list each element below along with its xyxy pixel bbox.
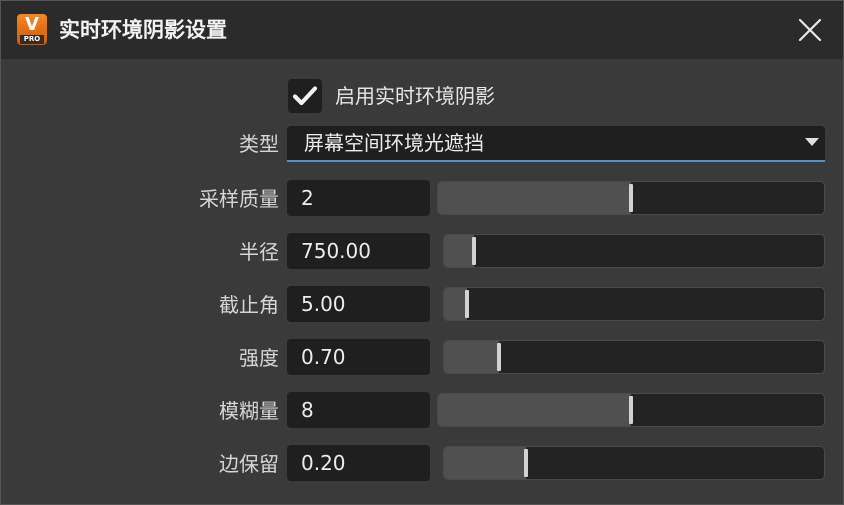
blur-amount-label: 模糊量 — [219, 399, 279, 423]
title-bar: V PRO 实时环境阴影设置 — [1, 1, 843, 59]
slider-fill — [438, 182, 631, 214]
slider-fill — [444, 447, 526, 479]
type-label: 类型 — [239, 132, 279, 156]
enable-ao-checkbox[interactable] — [288, 79, 322, 113]
sample-quality-slider[interactable] — [437, 181, 825, 215]
type-select[interactable]: 屏幕空间环境光遮挡 — [287, 126, 825, 162]
blur-amount-input[interactable]: 8 — [287, 392, 430, 428]
slider-handle[interactable] — [472, 237, 477, 265]
window-title: 实时环境阴影设置 — [59, 18, 227, 42]
radius-input[interactable]: 750.00 — [287, 233, 430, 269]
slider-handle[interactable] — [464, 290, 469, 318]
slider-handle[interactable] — [629, 396, 633, 424]
enable-ao-label: 启用实时环境阴影 — [335, 84, 495, 108]
slider-fill — [444, 235, 475, 267]
dropdown-arrow-icon — [805, 138, 819, 146]
cutoff-angle-slider[interactable] — [443, 287, 825, 321]
edge-preserve-slider[interactable] — [443, 446, 825, 480]
close-button[interactable] — [791, 11, 829, 49]
checkmark-icon — [292, 86, 318, 106]
slider-fill — [444, 341, 500, 373]
slider-handle[interactable] — [497, 343, 502, 371]
ambient-occlusion-dialog: V PRO 实时环境阴影设置 启用实时环境阴影 类型 屏幕空间环境光遮挡 采样质… — [0, 0, 844, 505]
logo-letter: V — [25, 14, 39, 35]
cutoff-angle-input[interactable]: 5.00 — [287, 286, 430, 322]
intensity-label: 强度 — [239, 346, 279, 370]
type-select-value: 屏幕空间环境光遮挡 — [304, 131, 484, 155]
intensity-input[interactable]: 0.70 — [287, 339, 430, 375]
radius-slider[interactable] — [443, 234, 825, 268]
dialog-content: 启用实时环境阴影 类型 屏幕空间环境光遮挡 采样质量 2 半径 750.00 截… — [1, 59, 843, 504]
blur-amount-slider[interactable] — [437, 393, 825, 427]
cutoff-angle-label: 截止角 — [219, 293, 279, 317]
slider-handle[interactable] — [523, 449, 528, 477]
sample-quality-label: 采样质量 — [199, 187, 279, 211]
app-logo-icon: V PRO — [17, 14, 47, 45]
slider-fill — [444, 288, 467, 320]
logo-badge: PRO — [20, 35, 44, 44]
intensity-slider[interactable] — [443, 340, 825, 374]
edge-preserve-label: 边保留 — [219, 452, 279, 476]
edge-preserve-input[interactable]: 0.20 — [287, 445, 430, 481]
sample-quality-input[interactable]: 2 — [287, 180, 430, 216]
slider-fill — [438, 394, 631, 426]
radius-label: 半径 — [239, 240, 279, 264]
close-icon — [798, 18, 822, 42]
slider-handle[interactable] — [629, 184, 633, 212]
